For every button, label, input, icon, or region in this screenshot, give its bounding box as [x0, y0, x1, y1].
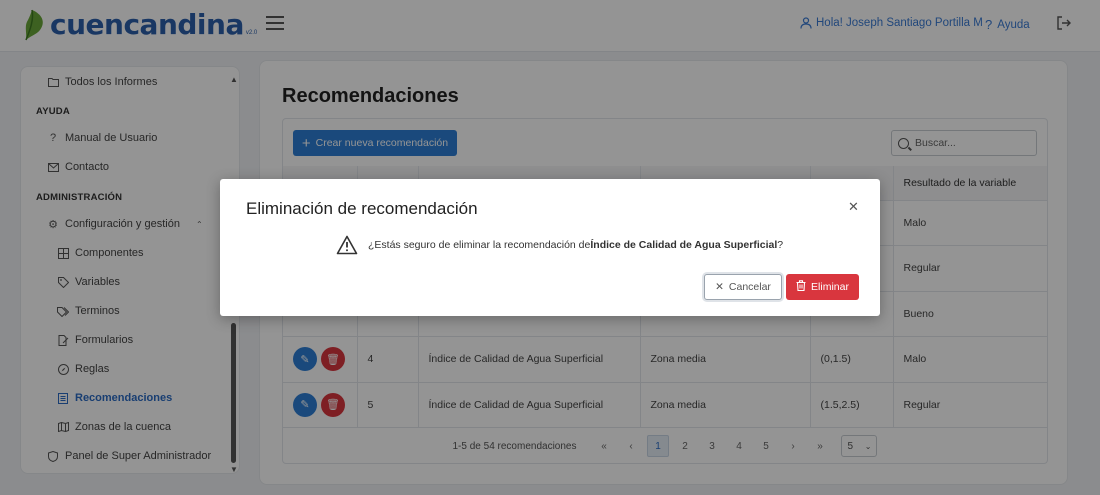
delete-label: Eliminar [811, 281, 849, 293]
close-icon[interactable]: ✕ [848, 199, 859, 215]
delete-confirmation-modal: Eliminación de recomendación ✕ ¿Estás se… [220, 179, 880, 316]
close-icon: ✕ [715, 281, 724, 293]
trash-icon [796, 280, 806, 294]
cancel-button[interactable]: ✕ Cancelar [704, 274, 782, 300]
modal-message: ¿Estás seguro de eliminar la recomendaci… [336, 235, 783, 255]
cancel-label: Cancelar [728, 281, 771, 293]
delete-button[interactable]: Eliminar [786, 274, 859, 300]
modal-message-suffix: ? [777, 239, 784, 251]
modal-message-prefix: ¿Estás seguro de eliminar la recomendaci… [368, 239, 591, 251]
warning-icon [336, 235, 358, 255]
modal-title: Eliminación de recomendación [246, 199, 478, 218]
modal-message-target: Índice de Calidad de Agua Superficial [590, 239, 778, 251]
